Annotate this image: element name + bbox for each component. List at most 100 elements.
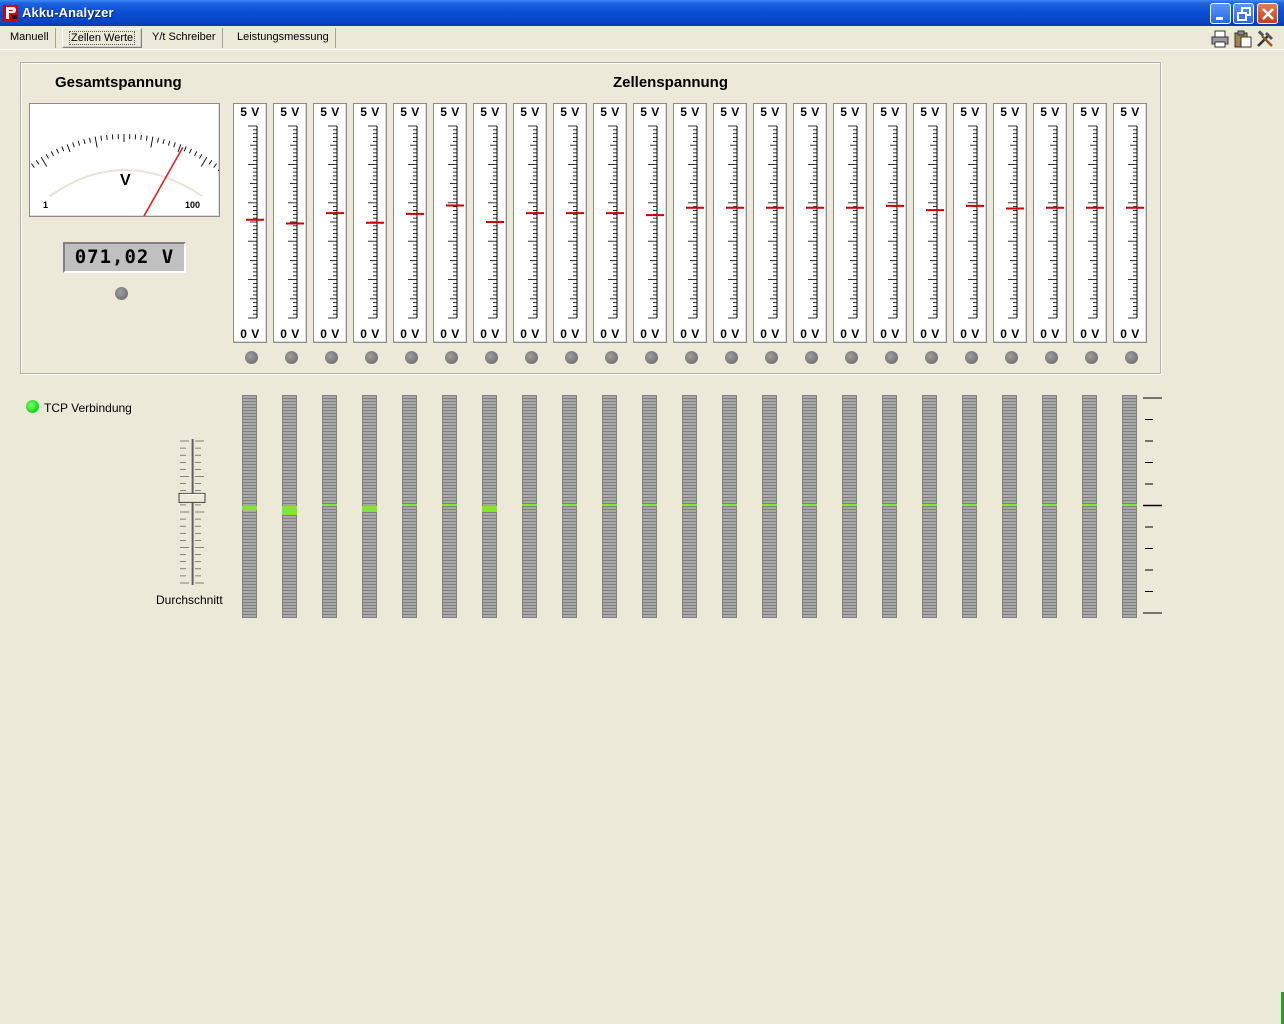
cell-gauge-min-label: 0 V <box>760 327 780 341</box>
cell-deviation-bar <box>282 395 297 618</box>
cell-gauge-max-label: 5 V <box>800 105 820 119</box>
cell-gauge: 5 V 0 V <box>433 103 467 343</box>
printer-icon[interactable] <box>1210 30 1230 48</box>
cell-deviation-bar <box>482 395 497 618</box>
tools-icon[interactable] <box>1256 30 1276 48</box>
cell-status-led <box>965 351 978 364</box>
cell-status-led <box>605 351 618 364</box>
tab-zellen-werte[interactable]: Zellen Werte <box>62 28 143 48</box>
cell-gauge: 5 V 0 V <box>913 103 947 343</box>
cell-deviation-fill <box>282 506 297 515</box>
cell-gauge: 5 V 0 V <box>393 103 427 343</box>
cell-status-led <box>1045 351 1058 364</box>
restore-button[interactable] <box>1233 3 1254 24</box>
cell-gauge-min-label: 0 V <box>960 327 980 341</box>
cell-gauge-min-label: 0 V <box>440 327 460 341</box>
cell-gauge-min-label: 0 V <box>360 327 380 341</box>
tab-manuell[interactable]: Manuell <box>4 28 56 48</box>
cell-gauge-max-label: 5 V <box>240 105 260 119</box>
meter-unit-label: V <box>120 172 131 189</box>
clipboard-icon[interactable] <box>1233 30 1253 48</box>
cell-gauge-scale <box>726 125 744 319</box>
average-slider-label: Durchschnitt <box>156 593 223 607</box>
close-button[interactable] <box>1257 3 1278 24</box>
cell-status-led <box>765 351 778 364</box>
cell-gauge-max-label: 5 V <box>680 105 700 119</box>
cell-deviation-fill <box>442 504 457 506</box>
average-slider[interactable] <box>175 437 209 589</box>
meter-min-label: 1 <box>43 200 49 210</box>
cell-deviation-fill <box>1082 504 1097 506</box>
tcp-status-label: TCP Verbindung <box>44 401 132 415</box>
cell-deviation-fill <box>922 504 937 506</box>
window-title: Akku-Analyzer <box>22 5 114 20</box>
cell-gauge: 5 V 0 V <box>273 103 307 343</box>
cell-gauge-max-label: 5 V <box>1120 105 1140 119</box>
cell-status-led <box>645 351 658 364</box>
cell-gauge-max-label: 5 V <box>280 105 300 119</box>
cell-deviation-fill <box>362 506 377 512</box>
cell-deviation-fill <box>1122 504 1137 506</box>
cell-gauge-min-label: 0 V <box>680 327 700 341</box>
cell-gauge-scale <box>526 125 544 319</box>
cell-deviation-bar <box>442 395 457 618</box>
cell-gauge-min-label: 0 V <box>1000 327 1020 341</box>
cell-deviation-fill <box>562 504 577 506</box>
cell-deviation-bar <box>922 395 937 618</box>
cell-gauge-max-label: 5 V <box>880 105 900 119</box>
average-slider-thumb[interactable] <box>178 492 206 503</box>
cell-gauge-max-label: 5 V <box>1000 105 1020 119</box>
cell-gauge-scale <box>326 125 344 319</box>
total-voltage-heading: Gesamtspannung <box>55 74 182 91</box>
cell-deviation-fill <box>242 506 257 511</box>
cell-deviation-fill <box>802 504 817 506</box>
cell-gauge: 5 V 0 V <box>713 103 747 343</box>
cell-gauge-scale <box>1126 125 1144 319</box>
cell-gauge-max-label: 5 V <box>1040 105 1060 119</box>
cell-gauge: 5 V 0 V <box>513 103 547 343</box>
tab-separator <box>0 49 1284 50</box>
cell-gauge-min-label: 0 V <box>840 327 860 341</box>
deviation-scale <box>1143 397 1162 614</box>
cell-deviation-bar <box>242 395 257 618</box>
title-bar[interactable]: Akku-Analyzer <box>0 0 1284 26</box>
cell-gauge-min-label: 0 V <box>1040 327 1060 341</box>
cell-deviation-bar <box>1082 395 1097 618</box>
cell-deviation-fill <box>602 504 617 506</box>
cell-gauge-max-label: 5 V <box>320 105 340 119</box>
cell-gauge-max-label: 5 V <box>920 105 940 119</box>
cell-gauge-scale <box>566 125 584 319</box>
cell-gauge: 5 V 0 V <box>993 103 1027 343</box>
total-voltage-display: 071,02 V <box>63 242 186 273</box>
cell-gauge: 5 V 0 V <box>1073 103 1107 343</box>
cell-gauge-scale <box>766 125 784 319</box>
cell-gauge: 5 V 0 V <box>473 103 507 343</box>
cell-deviation-fill <box>842 504 857 506</box>
cell-deviation-bar <box>1002 395 1017 618</box>
restore-icon <box>1237 7 1251 21</box>
cell-gauge: 5 V 0 V <box>353 103 387 343</box>
cell-deviation-fill <box>642 504 657 506</box>
meter-max-label: 100 <box>185 200 201 210</box>
cell-deviation-fill <box>1002 504 1017 506</box>
cell-status-led <box>925 351 938 364</box>
cell-status-led <box>325 351 338 364</box>
cell-gauge-max-label: 5 V <box>480 105 500 119</box>
minimize-button[interactable] <box>1210 3 1231 24</box>
cell-gauge-scale <box>926 125 944 319</box>
cell-deviation-bar <box>762 395 777 618</box>
cell-gauge-min-label: 0 V <box>640 327 660 341</box>
tab-leistungsmessung[interactable]: Leistungsmessung <box>231 28 336 48</box>
cell-status-led <box>365 351 378 364</box>
cell-gauge-min-label: 0 V <box>560 327 580 341</box>
cell-gauge-min-label: 0 V <box>320 327 340 341</box>
cell-gauge-scale <box>646 125 664 319</box>
cell-gauge-max-label: 5 V <box>1080 105 1100 119</box>
cell-gauge-max-label: 5 V <box>760 105 780 119</box>
cell-gauge-max-label: 5 V <box>960 105 980 119</box>
cell-gauge: 5 V 0 V <box>553 103 587 343</box>
cell-gauge-max-label: 5 V <box>400 105 420 119</box>
cell-status-led <box>245 351 258 364</box>
cell-deviation-bar <box>722 395 737 618</box>
tab-yt-schreiber[interactable]: Y/t Schreiber <box>146 28 223 48</box>
